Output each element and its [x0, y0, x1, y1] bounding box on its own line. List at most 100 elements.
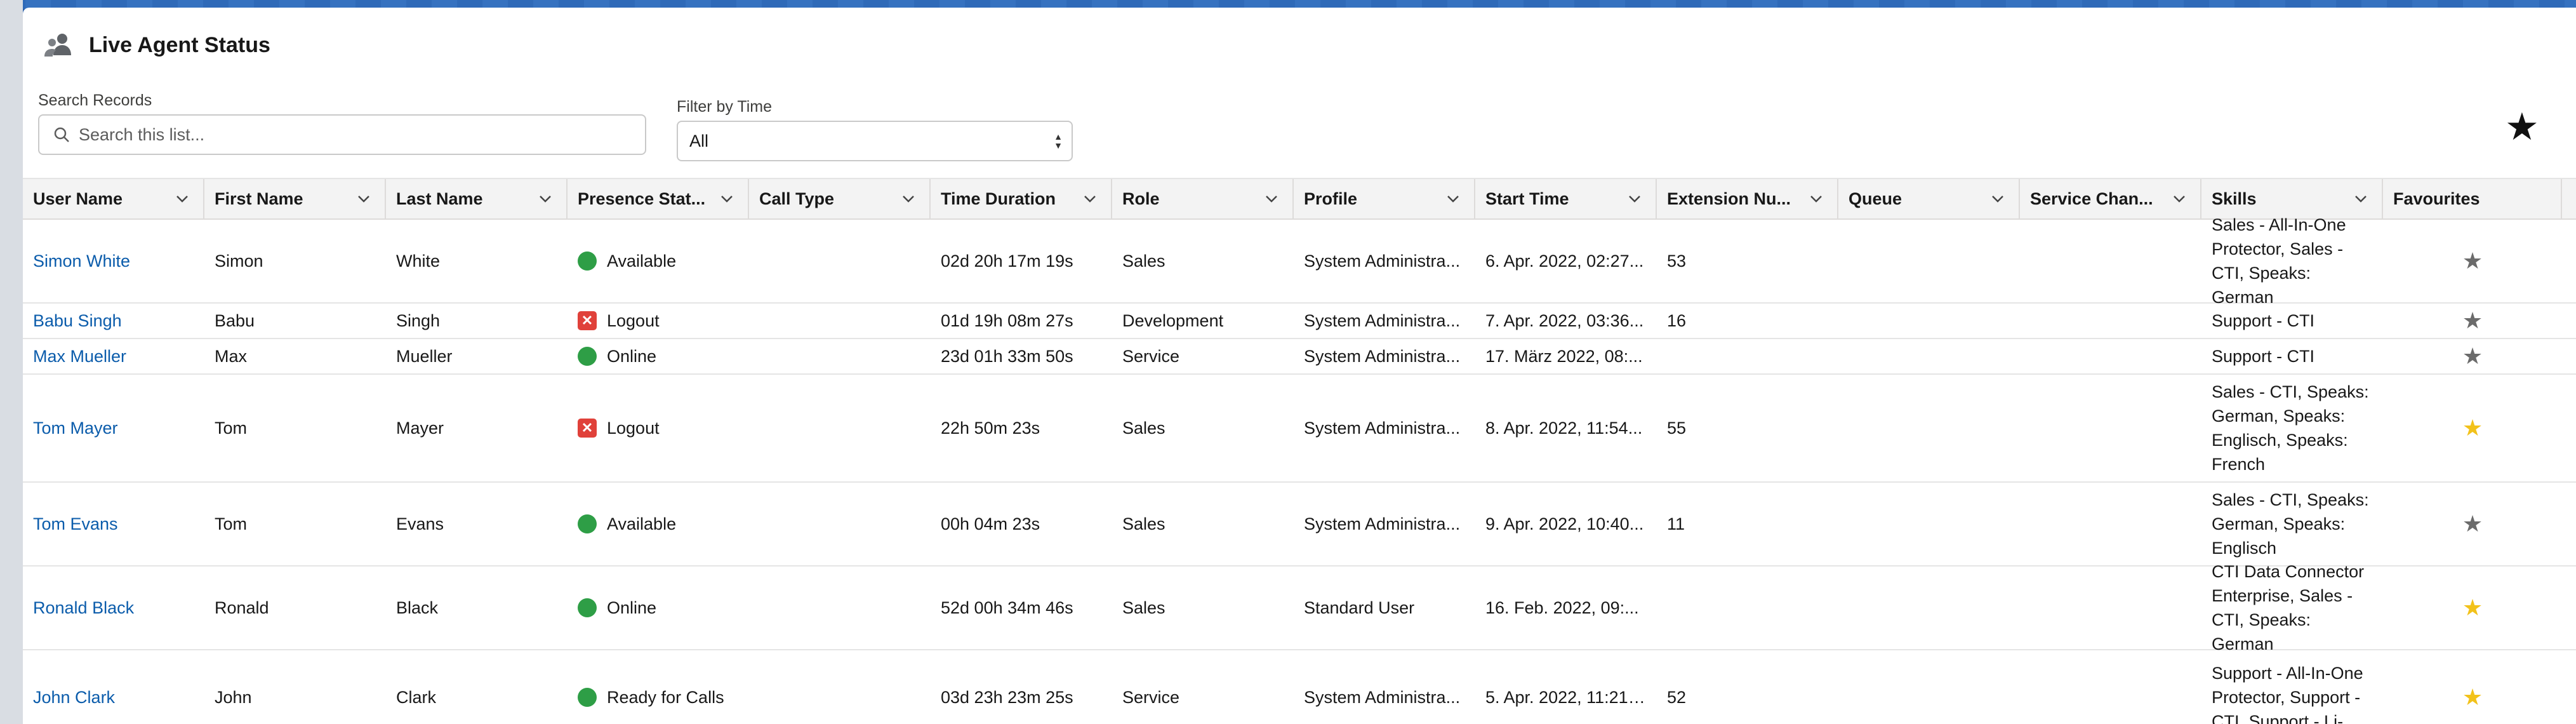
cell-presence-status: ✕ Logout: [568, 419, 749, 438]
cell-user-name[interactable]: Babu Singh: [23, 311, 204, 331]
cell-first-name: Max: [215, 346, 248, 366]
chevron-down-icon[interactable]: [1083, 192, 1097, 206]
star-icon[interactable]: ★: [2462, 415, 2483, 441]
cell-user-name[interactable]: John Clark: [23, 688, 204, 707]
table-header: User Name First Name Last Name Presence Sta…: [23, 178, 2576, 220]
cell-user-name[interactable]: Simon White: [23, 251, 204, 271]
cell-time-duration: 00h 04m 23s: [941, 514, 1040, 533]
chevron-down-icon[interactable]: [1265, 192, 1278, 206]
cell-user-name[interactable]: Max Mueller: [23, 347, 204, 366]
cell-presence-status: ✕ Logout: [568, 311, 749, 331]
table-row[interactable]: Max Mueller Max Mueller Online 23d 01h 33m 5…: [23, 339, 2576, 375]
time-filter-select[interactable]: All ▲ ▼: [677, 121, 1073, 161]
chevron-down-icon[interactable]: [720, 192, 734, 206]
column-header-call-type[interactable]: Call Type: [749, 179, 931, 218]
column-header-label: Presence Stat...: [578, 189, 706, 208]
star-icon[interactable]: ★: [2462, 594, 2483, 621]
column-header-label: Service Chan...: [2030, 189, 2153, 208]
column-header-skills[interactable]: Skills: [2201, 179, 2383, 218]
star-icon[interactable]: ★: [2462, 343, 2483, 370]
column-header-last-name[interactable]: Last Name: [386, 179, 568, 218]
cell-skills: Support - All-In-One Protector, Support …: [2212, 664, 2363, 724]
column-header-profile[interactable]: Profile: [1294, 179, 1475, 218]
chevron-down-icon[interactable]: [1809, 192, 1823, 206]
chevron-down-icon[interactable]: [1446, 192, 1460, 206]
cell-profile: System Administra...: [1304, 311, 1461, 330]
presence-status-label: Ready for Calls: [607, 687, 724, 707]
cell-skills: Sales - All-In-One Protector, Sales - CT…: [2212, 215, 2346, 307]
cell-first-name: Tom: [215, 514, 248, 533]
cell-role: Sales: [1122, 514, 1165, 533]
cell-last-name: Black: [396, 598, 439, 617]
column-header-presence-status[interactable]: Presence Stat...: [568, 179, 749, 218]
cell-user-name[interactable]: Tom Mayer: [23, 419, 204, 438]
column-header-queue[interactable]: Queue: [1838, 179, 2020, 218]
column-header-first-name[interactable]: First Name: [204, 179, 386, 218]
column-header-label: Last Name: [396, 189, 483, 208]
chevron-down-icon[interactable]: [2172, 192, 2186, 206]
search-icon: [54, 127, 69, 142]
cell-role: Sales: [1122, 598, 1165, 617]
column-header-time-duration[interactable]: Time Duration: [931, 179, 1112, 218]
cell-extension-number: 53: [1667, 251, 1687, 271]
cell-start-time: 7. Apr. 2022, 03:36...: [1485, 311, 1644, 330]
cell-profile: System Administra...: [1304, 346, 1461, 366]
cell-time-duration: 02d 20h 17m 19s: [941, 251, 1073, 271]
agent-table: User Name First Name Last Name Presence Sta…: [23, 178, 2576, 724]
chevron-down-icon[interactable]: [1628, 192, 1642, 206]
column-header-favourites[interactable]: Favourites: [2383, 179, 2562, 218]
column-header-label: Time Duration: [941, 189, 1056, 208]
column-header-extension-number[interactable]: Extension Nu...: [1657, 179, 1838, 218]
cell-profile: System Administra...: [1304, 251, 1461, 271]
chevron-down-icon[interactable]: [357, 192, 371, 206]
cell-skills: CTI Data Connector Enterprise, Sales - C…: [2212, 562, 2365, 654]
star-icon[interactable]: ★: [2462, 248, 2483, 274]
presence-status-label: Available: [607, 514, 677, 533]
table-row[interactable]: Simon White Simon White Available 02d 20h 17…: [23, 215, 2576, 307]
chevron-down-icon[interactable]: [1991, 192, 2005, 206]
cell-role: Service: [1122, 687, 1180, 707]
favourites-star-icon[interactable]: ★: [2505, 108, 2539, 146]
cell-last-name: Mayer: [396, 418, 444, 438]
cell-user-name[interactable]: Tom Evans: [23, 514, 204, 534]
chevron-down-icon[interactable]: [538, 192, 552, 206]
table-row[interactable]: Tom Evans Tom Evans Available 00h 04m 23s Sal…: [23, 483, 2576, 566]
column-header-start-time[interactable]: Start Time: [1475, 179, 1657, 218]
chevron-down-icon[interactable]: [901, 192, 915, 206]
table-row[interactable]: John Clark John Clark Ready for Calls 03d 23…: [23, 650, 2576, 724]
online-status-icon: [578, 688, 597, 707]
presence-status-label: Online: [607, 346, 657, 366]
select-arrows-icon: ▲ ▼: [1054, 131, 1063, 151]
search-input[interactable]: [79, 124, 625, 145]
search-box[interactable]: [38, 114, 646, 155]
logout-status-icon: ✕: [578, 419, 597, 438]
column-header-label: Call Type: [759, 189, 835, 208]
column-header-user-name[interactable]: User Name: [23, 179, 204, 218]
table-row[interactable]: Tom Mayer Tom Mayer ✕ Logout 22h 50m 23s Sales…: [23, 375, 2576, 483]
cell-last-name: Evans: [396, 514, 444, 533]
star-icon[interactable]: ★: [2462, 684, 2483, 711]
star-icon[interactable]: ★: [2462, 307, 2483, 334]
table-row[interactable]: Babu Singh Babu Singh ✕ Logout 01d 19h 08m 27…: [23, 304, 2576, 339]
online-status-icon: [578, 347, 597, 366]
cell-start-time: 16. Feb. 2022, 09:...: [1485, 598, 1639, 617]
cell-role: Sales: [1122, 251, 1165, 271]
cell-extension-number: 11: [1667, 514, 1685, 533]
filter-label: Filter by Time: [677, 98, 773, 116]
column-header-service-channel[interactable]: Service Chan...: [2020, 179, 2201, 218]
chevron-down-icon[interactable]: [175, 192, 189, 206]
star-icon[interactable]: ★: [2462, 511, 2483, 537]
online-status-icon: [578, 598, 597, 617]
cell-favourites: ★: [2383, 343, 2562, 370]
cell-role: Sales: [1122, 418, 1165, 438]
table-row[interactable]: Ronald Black Ronald Black Online 52d 00h 34m…: [23, 562, 2576, 654]
column-header-role[interactable]: Role: [1112, 179, 1294, 218]
cell-extension-number: 16: [1667, 311, 1687, 330]
chevron-down-icon[interactable]: [2354, 192, 2368, 206]
logout-status-icon: ✕: [578, 311, 597, 330]
column-header-label: Skills: [2212, 189, 2257, 208]
cell-last-name: Clark: [396, 687, 437, 707]
cell-favourites: ★: [2383, 248, 2562, 274]
cell-user-name[interactable]: Ronald Black: [23, 598, 204, 618]
column-header-label: User Name: [33, 189, 123, 208]
